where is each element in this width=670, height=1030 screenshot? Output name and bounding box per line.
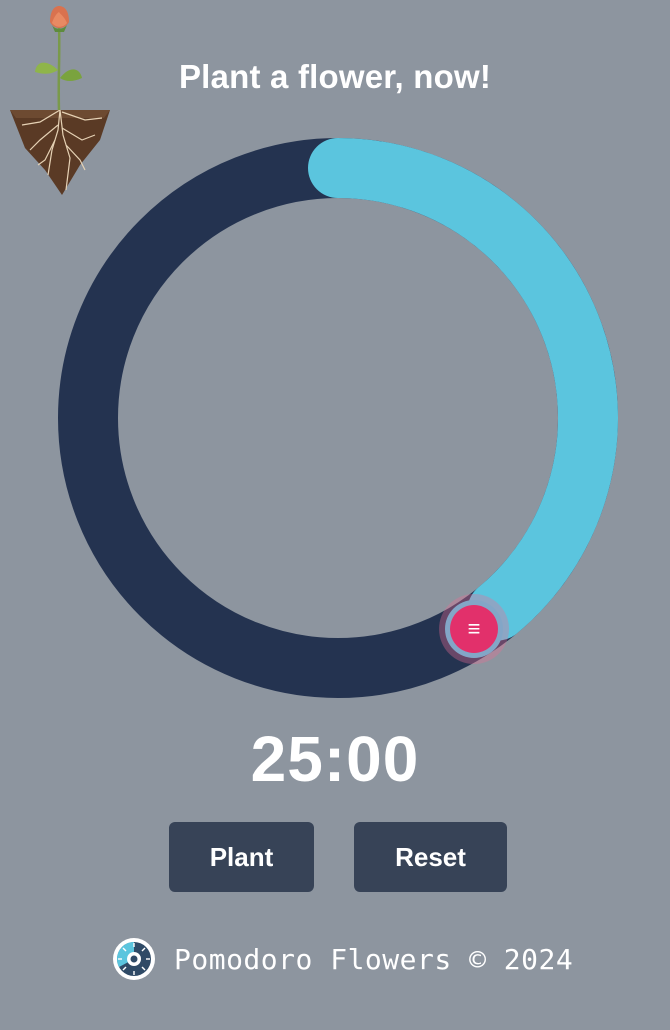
ring-progress-arc xyxy=(308,138,618,641)
timer-ring: ≡ xyxy=(0,0,670,720)
menu-icon: ≡ xyxy=(450,605,498,653)
handle-ring: ≡ xyxy=(445,600,503,658)
pomodoro-flowers-logo-icon xyxy=(113,938,155,980)
plant-button[interactable]: Plant xyxy=(169,822,314,892)
timer-display: 25:00 xyxy=(250,723,420,795)
footer-copyright: Pomodoro Flowers © 2024 xyxy=(174,942,574,976)
footer: Pomodoro Flowers © 2024 xyxy=(112,937,573,981)
reset-button[interactable]: Reset xyxy=(354,822,507,892)
timer-drag-handle[interactable]: ≡ xyxy=(439,594,509,664)
sprouting-flower-icon xyxy=(10,6,110,195)
